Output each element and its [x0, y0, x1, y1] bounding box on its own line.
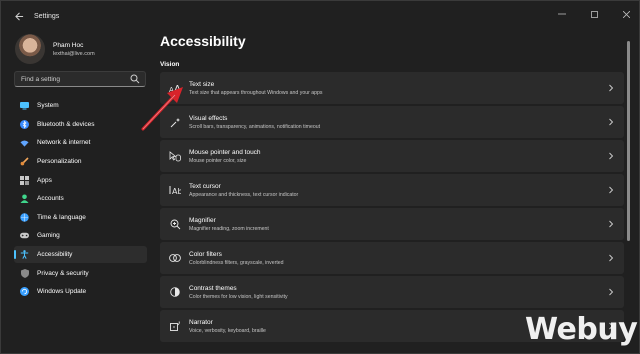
bluetooth-icon: [20, 119, 29, 129]
magnifier-icon: [170, 219, 180, 229]
maximize-icon: [590, 10, 598, 18]
card-mouse-pointer[interactable]: Mouse pointer and touch Mouse pointer co…: [160, 140, 624, 172]
back-button[interactable]: [12, 9, 26, 23]
card-title: Color filters: [189, 250, 222, 258]
card-subtitle: Appearance and thickness, text cursor in…: [189, 191, 299, 198]
card-subtitle: Text size that appears throughout Window…: [189, 89, 323, 96]
user-profile[interactable]: Pham Hoc lexthai@live.com: [15, 34, 95, 64]
apps-icon: [20, 175, 29, 185]
text-cursor-icon: Ab: [169, 186, 181, 195]
close-icon: [622, 10, 630, 18]
sidebar-item-gaming[interactable]: Gaming: [14, 227, 147, 244]
sidebar-item-privacy[interactable]: Privacy & security: [14, 265, 147, 282]
back-arrow-icon: [14, 12, 23, 20]
main-content: Accessibility Vision AA Text size Text s…: [160, 31, 626, 353]
annotation-arrow: [141, 87, 183, 131]
update-icon: [20, 287, 29, 297]
sidebar-item-label: Gaming: [37, 232, 60, 240]
card-magnifier[interactable]: Magnifier Magnifier reading, zoom increm…: [160, 208, 624, 240]
sidebar-item-label: Privacy & security: [37, 269, 89, 277]
card-contrast-themes[interactable]: Contrast themes Color themes for low vis…: [160, 276, 624, 308]
card-title: Magnifier: [189, 216, 216, 224]
brush-icon: [20, 157, 29, 166]
card-title: Text size: [189, 80, 215, 88]
card-title: Narrator: [189, 318, 213, 326]
sidebar-item-accessibility[interactable]: Accessibility: [14, 246, 147, 264]
chevron-right-icon: [609, 84, 614, 92]
sidebar-item-label: Personalization: [37, 157, 82, 165]
sidebar-nav: System Bluetooth & devices Network & int…: [14, 97, 147, 302]
sidebar-item-label: Accounts: [37, 195, 64, 203]
card-title: Contrast themes: [189, 284, 237, 292]
chevron-right-icon: [609, 152, 614, 160]
card-subtitle: Mouse pointer color, size: [189, 157, 247, 164]
search-input[interactable]: Find a setting: [14, 71, 146, 87]
search-placeholder: Find a setting: [21, 75, 61, 83]
scrollbar[interactable]: [627, 41, 630, 241]
sidebar-item-network[interactable]: Network & internet: [14, 134, 147, 151]
settings-card-list: AA Text size Text size that appears thro…: [160, 72, 624, 344]
wifi-icon: [20, 140, 29, 147]
globe-icon: [20, 213, 29, 222]
svg-text:Ab: Ab: [172, 187, 181, 195]
minimize-button[interactable]: [557, 9, 567, 19]
sidebar-item-label: Windows Update: [37, 288, 87, 296]
sidebar-item-time-language[interactable]: Time & language: [14, 209, 147, 226]
sidebar-item-windows-update[interactable]: Windows Update: [14, 283, 147, 300]
sidebar-item-label: Accessibility: [37, 251, 73, 259]
sidebar: Pham Hoc lexthai@live.com Find a setting…: [1, 31, 156, 353]
card-title: Mouse pointer and touch: [189, 148, 261, 156]
card-color-filters[interactable]: Color filters Colorblindness filters, gr…: [160, 242, 624, 274]
watermark-logo: Webuy: [525, 312, 638, 347]
chevron-right-icon: [609, 254, 614, 262]
chevron-right-icon: [609, 220, 614, 228]
card-subtitle: Color themes for low vision, light sensi…: [189, 293, 288, 300]
sidebar-item-apps[interactable]: Apps: [14, 172, 147, 189]
sidebar-item-accounts[interactable]: Accounts: [14, 190, 147, 207]
card-subtitle: Scroll bars, transparency, animations, n…: [189, 123, 321, 130]
color-filters-icon: [169, 254, 181, 262]
avatar: [15, 34, 45, 64]
user-email: lexthai@live.com: [53, 50, 95, 57]
shield-icon: [20, 268, 29, 278]
card-title: Visual effects: [189, 114, 228, 122]
sidebar-item-personalization[interactable]: Personalization: [14, 153, 147, 170]
mouse-pointer-icon: [169, 150, 181, 161]
card-subtitle: Voice, verbosity, keyboard, braille: [189, 327, 266, 334]
app-title: Settings: [34, 12, 60, 20]
section-title: Vision: [160, 61, 180, 68]
close-button[interactable]: [621, 9, 631, 19]
accounts-icon: [20, 194, 29, 204]
system-icon: [20, 101, 29, 109]
title-bar: Settings: [1, 1, 639, 31]
card-text-size[interactable]: AA Text size Text size that appears thro…: [160, 72, 624, 104]
chevron-right-icon: [609, 118, 614, 126]
settings-window: Settings Pham Hoc lexthai@live.com Find …: [0, 0, 640, 354]
card-visual-effects[interactable]: Visual effects Scroll bars, transparency…: [160, 106, 624, 138]
user-name: Pham Hoc: [53, 41, 84, 49]
sidebar-item-system[interactable]: System: [14, 97, 147, 114]
card-subtitle: Magnifier reading, zoom increment: [189, 225, 269, 232]
chevron-right-icon: [609, 186, 614, 194]
contrast-icon: [170, 287, 180, 297]
accessibility-icon: [20, 250, 29, 259]
card-subtitle: Colorblindness filters, grayscale, inver…: [189, 259, 284, 266]
maximize-button[interactable]: [589, 9, 599, 19]
sidebar-item-label: Time & language: [37, 213, 86, 221]
window-controls: [557, 9, 631, 19]
page-title: Accessibility: [160, 33, 246, 49]
card-title: Text cursor: [189, 182, 221, 190]
sidebar-item-label: System: [37, 102, 59, 109]
card-text-cursor[interactable]: Ab Text cursor Appearance and thickness,…: [160, 174, 624, 206]
sidebar-item-bluetooth[interactable]: Bluetooth & devices: [14, 116, 147, 133]
sidebar-item-label: Network & internet: [37, 139, 91, 147]
sidebar-item-label: Bluetooth & devices: [37, 120, 95, 128]
minimize-icon: [558, 13, 566, 15]
narrator-icon: [169, 321, 180, 331]
chevron-right-icon: [609, 288, 614, 296]
sidebar-item-label: Apps: [37, 176, 52, 184]
gaming-icon: [20, 233, 29, 239]
